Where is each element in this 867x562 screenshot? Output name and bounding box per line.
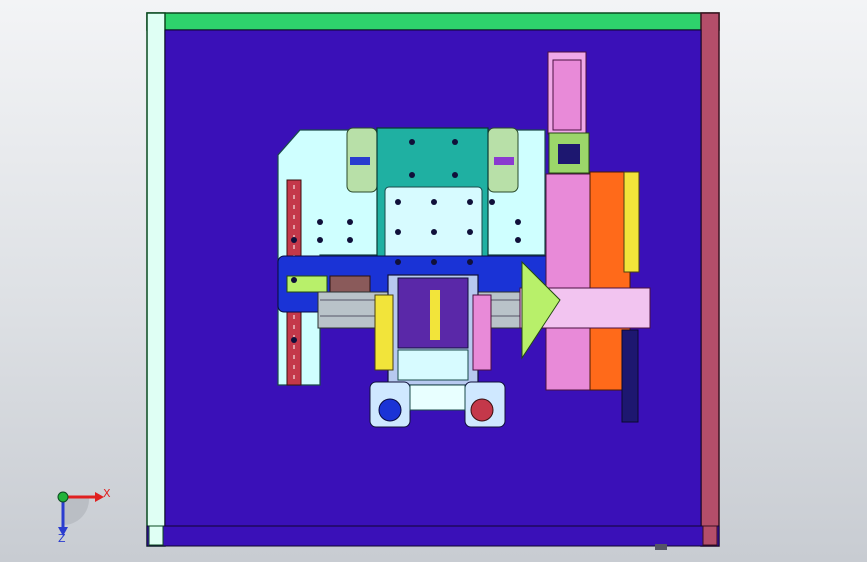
brown-slide-left — [329, 275, 371, 293]
frame-right-rail — [700, 12, 720, 547]
y-axis-label: Z — [58, 532, 66, 545]
frame-bottom-edge — [146, 525, 720, 547]
frame-left-foot — [148, 525, 164, 546]
x-axis-label: X — [103, 487, 111, 500]
bottom-connector — [655, 544, 667, 550]
cad-viewport[interactable]: X Z — [0, 0, 867, 562]
axis-triad — [57, 491, 104, 536]
navy-drop-rail — [621, 329, 639, 423]
y-axis-dot — [57, 491, 69, 503]
frame-top-rail — [146, 12, 720, 31]
triad-shadow — [63, 497, 90, 526]
frame-right-foot — [702, 525, 718, 546]
pink-side-part — [472, 294, 492, 371]
pink-actuator-body — [545, 173, 591, 391]
cad-model-view[interactable] — [0, 0, 867, 562]
frame-left-rail — [146, 12, 166, 547]
yellow-side-part — [374, 294, 394, 371]
